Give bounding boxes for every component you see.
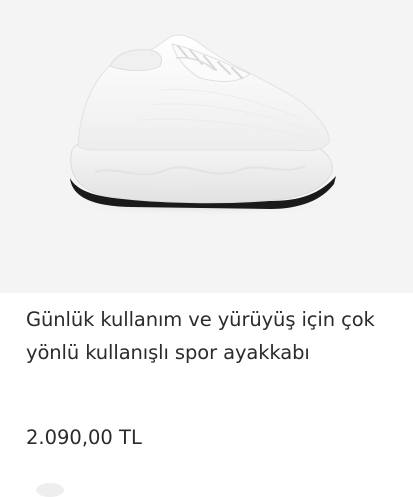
- product-price: 2.090,00 TL: [26, 426, 142, 449]
- sneaker-illustration: [50, 34, 350, 217]
- product-image[interactable]: [0, 0, 413, 293]
- product-info: Günlük kullanım ve yürüyüş için çok yönl…: [0, 293, 413, 497]
- product-title[interactable]: Günlük kullanım ve yürüyüş için çok yönl…: [26, 303, 396, 369]
- bottom-avatar-hint: [36, 483, 64, 497]
